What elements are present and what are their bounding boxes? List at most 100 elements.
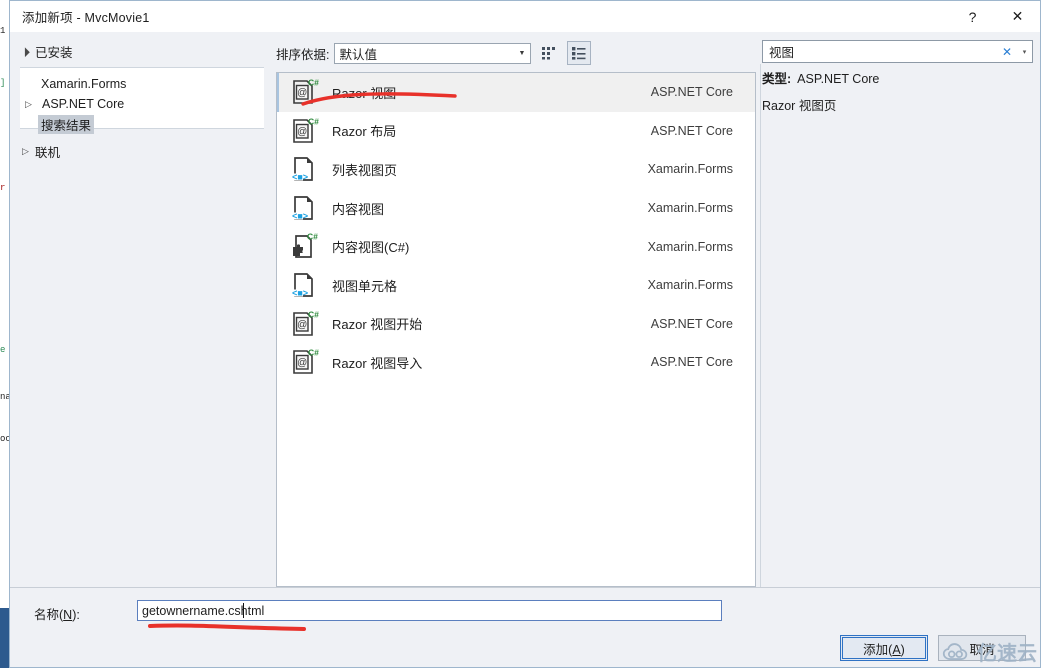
template-source: ASP.NET Core [651, 124, 755, 138]
sidebar-item-online[interactable]: 联机 [10, 139, 272, 163]
csharp-puzzle-icon: C# [289, 232, 319, 262]
xaml-document-icon: <■> [289, 270, 319, 300]
template-source: Xamarin.Forms [648, 201, 755, 215]
razor-csharp-icon: @C# [289, 347, 319, 377]
installed-group-header[interactable]: 已安装 [10, 40, 272, 62]
categories-panel: 已安装 Xamarin.Forms ASP.NET Core 搜索结果 联机 [10, 32, 272, 587]
svg-text:@: @ [297, 319, 307, 330]
grid-view-icon[interactable] [537, 41, 561, 65]
sort-by-value: 默认值 [339, 44, 377, 63]
detail-description: Razor 视图页 [762, 100, 836, 114]
bg-code-line: ] [0, 78, 5, 88]
detail-description-row: Razor 视图页 [762, 100, 1033, 114]
razor-csharp-icon: @C# [289, 116, 319, 146]
xaml-document-icon: <■> [289, 154, 319, 184]
name-input-wrapper: getownername.cshtml [137, 600, 722, 621]
template-list-item[interactable]: <■> 列表视图页Xamarin.Forms [277, 150, 755, 189]
dialog-body: 已安装 Xamarin.Forms ASP.NET Core 搜索结果 联机 [10, 32, 1040, 587]
dialog-titlebar: 添加新项 - MvcMovie1 ? ✕ [10, 1, 1040, 32]
template-list[interactable]: @C#Razor 视图ASP.NET Core@C#Razor 布局ASP.NE… [276, 72, 756, 587]
razor-csharp-icon: @C# [289, 309, 319, 339]
detail-type-label: 类型: [762, 73, 791, 87]
svg-text:C#: C# [308, 78, 319, 88]
razor-csharp-icon: @C# [289, 309, 319, 339]
list-view-icon[interactable] [567, 41, 591, 65]
razor-csharp-icon: @C# [289, 347, 319, 377]
sort-toolbar: 排序依据: 默认值 ▼ [272, 40, 759, 66]
xaml-document-icon: <■> [289, 193, 319, 223]
sidebar-item-search-results[interactable]: 搜索结果 [20, 114, 264, 134]
bg-code-line: 1 [0, 26, 5, 36]
razor-csharp-icon: @C# [289, 77, 319, 107]
template-name: Razor 布局 [332, 121, 651, 140]
svg-text:<■>: <■> [292, 173, 308, 183]
svg-text:<■>: <■> [292, 289, 308, 299]
template-name: Razor 视图开始 [332, 314, 651, 333]
template-source: Xamarin.Forms [648, 278, 755, 292]
svg-text:@: @ [297, 126, 307, 137]
templates-panel: 排序依据: 默认值 ▼ [272, 32, 759, 587]
svg-text:<■>: <■> [292, 212, 308, 222]
template-name: 列表视图页 [332, 160, 648, 179]
template-list-item[interactable]: <■> 内容视图Xamarin.Forms [277, 189, 755, 228]
template-source: Xamarin.Forms [648, 162, 755, 176]
svg-text:C#: C# [308, 116, 319, 126]
detail-type-value: ASP.NET Core [797, 73, 879, 87]
razor-csharp-icon: @C# [289, 77, 319, 107]
sidebar-item-xamarin-forms[interactable]: Xamarin.Forms [20, 74, 264, 94]
installed-label: 已安装 [35, 42, 73, 61]
bg-code-line: r [0, 183, 5, 193]
razor-csharp-icon: @C# [289, 116, 319, 146]
template-list-item[interactable]: <■> 视图单元格Xamarin.Forms [277, 266, 755, 305]
close-icon[interactable]: ✕ [995, 1, 1040, 32]
details-panel: 视图 ✕ ▾ 类型: ASP.NET Core Razor 视图页 [759, 32, 1040, 587]
template-list-item[interactable]: @C#Razor 视图导入ASP.NET Core [277, 343, 755, 382]
panel-divider [760, 64, 761, 587]
template-list-item[interactable]: @C# Razor 布局ASP.NET Core [277, 112, 755, 151]
sidebar-item-aspnet-core[interactable]: ASP.NET Core [20, 94, 264, 114]
detail-type-row: 类型: ASP.NET Core [762, 73, 1033, 87]
help-icon[interactable]: ? [950, 1, 995, 32]
template-name: 视图单元格 [332, 276, 648, 295]
template-list-item[interactable]: @C#Razor 视图ASP.NET Core [277, 73, 755, 112]
sidebar-item-label: ASP.NET Core [39, 97, 127, 111]
xaml-document-icon: <■> [289, 154, 319, 184]
text-caret [243, 603, 244, 618]
svg-text:@: @ [297, 88, 307, 99]
cloud-icon [942, 642, 972, 662]
search-value: 视图 [763, 42, 794, 61]
name-input[interactable]: getownername.cshtml [137, 600, 722, 621]
close-icon[interactable]: ✕ [997, 41, 1017, 62]
csharp-puzzle-icon: C# [289, 232, 319, 262]
name-input-value: getownername.cshtml [142, 604, 264, 618]
bg-code-line: e [0, 345, 5, 355]
chevron-down-icon: ▼ [513, 44, 530, 63]
dialog-title: 添加新项 - MvcMovie1 [10, 7, 150, 26]
name-label-text: 名称(N): [34, 608, 80, 622]
svg-text:@: @ [297, 358, 307, 369]
sidebar-item-label: 联机 [35, 142, 60, 161]
chevron-right-icon[interactable] [25, 100, 38, 109]
sidebar-item-label: Xamarin.Forms [38, 77, 129, 91]
svg-text:C#: C# [308, 309, 319, 319]
xaml-document-icon: <■> [289, 270, 319, 300]
xaml-document-icon: <■> [289, 193, 319, 223]
chevron-right-icon[interactable] [22, 147, 35, 156]
svg-text:C#: C# [308, 348, 319, 358]
chevron-down-icon [22, 47, 35, 56]
template-name: Razor 视图导入 [332, 353, 651, 372]
template-source: ASP.NET Core [651, 317, 755, 331]
template-source: Xamarin.Forms [648, 240, 755, 254]
add-button[interactable]: 添加(A) [840, 635, 928, 661]
watermark: 亿速云 [942, 637, 1037, 666]
template-list-item[interactable]: @C# Razor 视图开始ASP.NET Core [277, 305, 755, 344]
svg-text:C#: C# [307, 232, 318, 242]
sort-by-select[interactable]: 默认值 ▼ [334, 43, 531, 64]
template-name: 内容视图 [332, 199, 648, 218]
search-input[interactable]: 视图 ✕ ▾ [762, 40, 1033, 63]
template-list-item[interactable]: C#内容视图(C#)Xamarin.Forms [277, 227, 755, 266]
add-button-label: 添加(A) [863, 639, 905, 658]
chevron-down-icon[interactable]: ▾ [1017, 41, 1032, 62]
add-new-item-dialog: 添加新项 - MvcMovie1 ? ✕ 已安装 Xamarin.Forms A… [9, 0, 1041, 668]
name-field-label: 名称(N): [34, 600, 134, 623]
